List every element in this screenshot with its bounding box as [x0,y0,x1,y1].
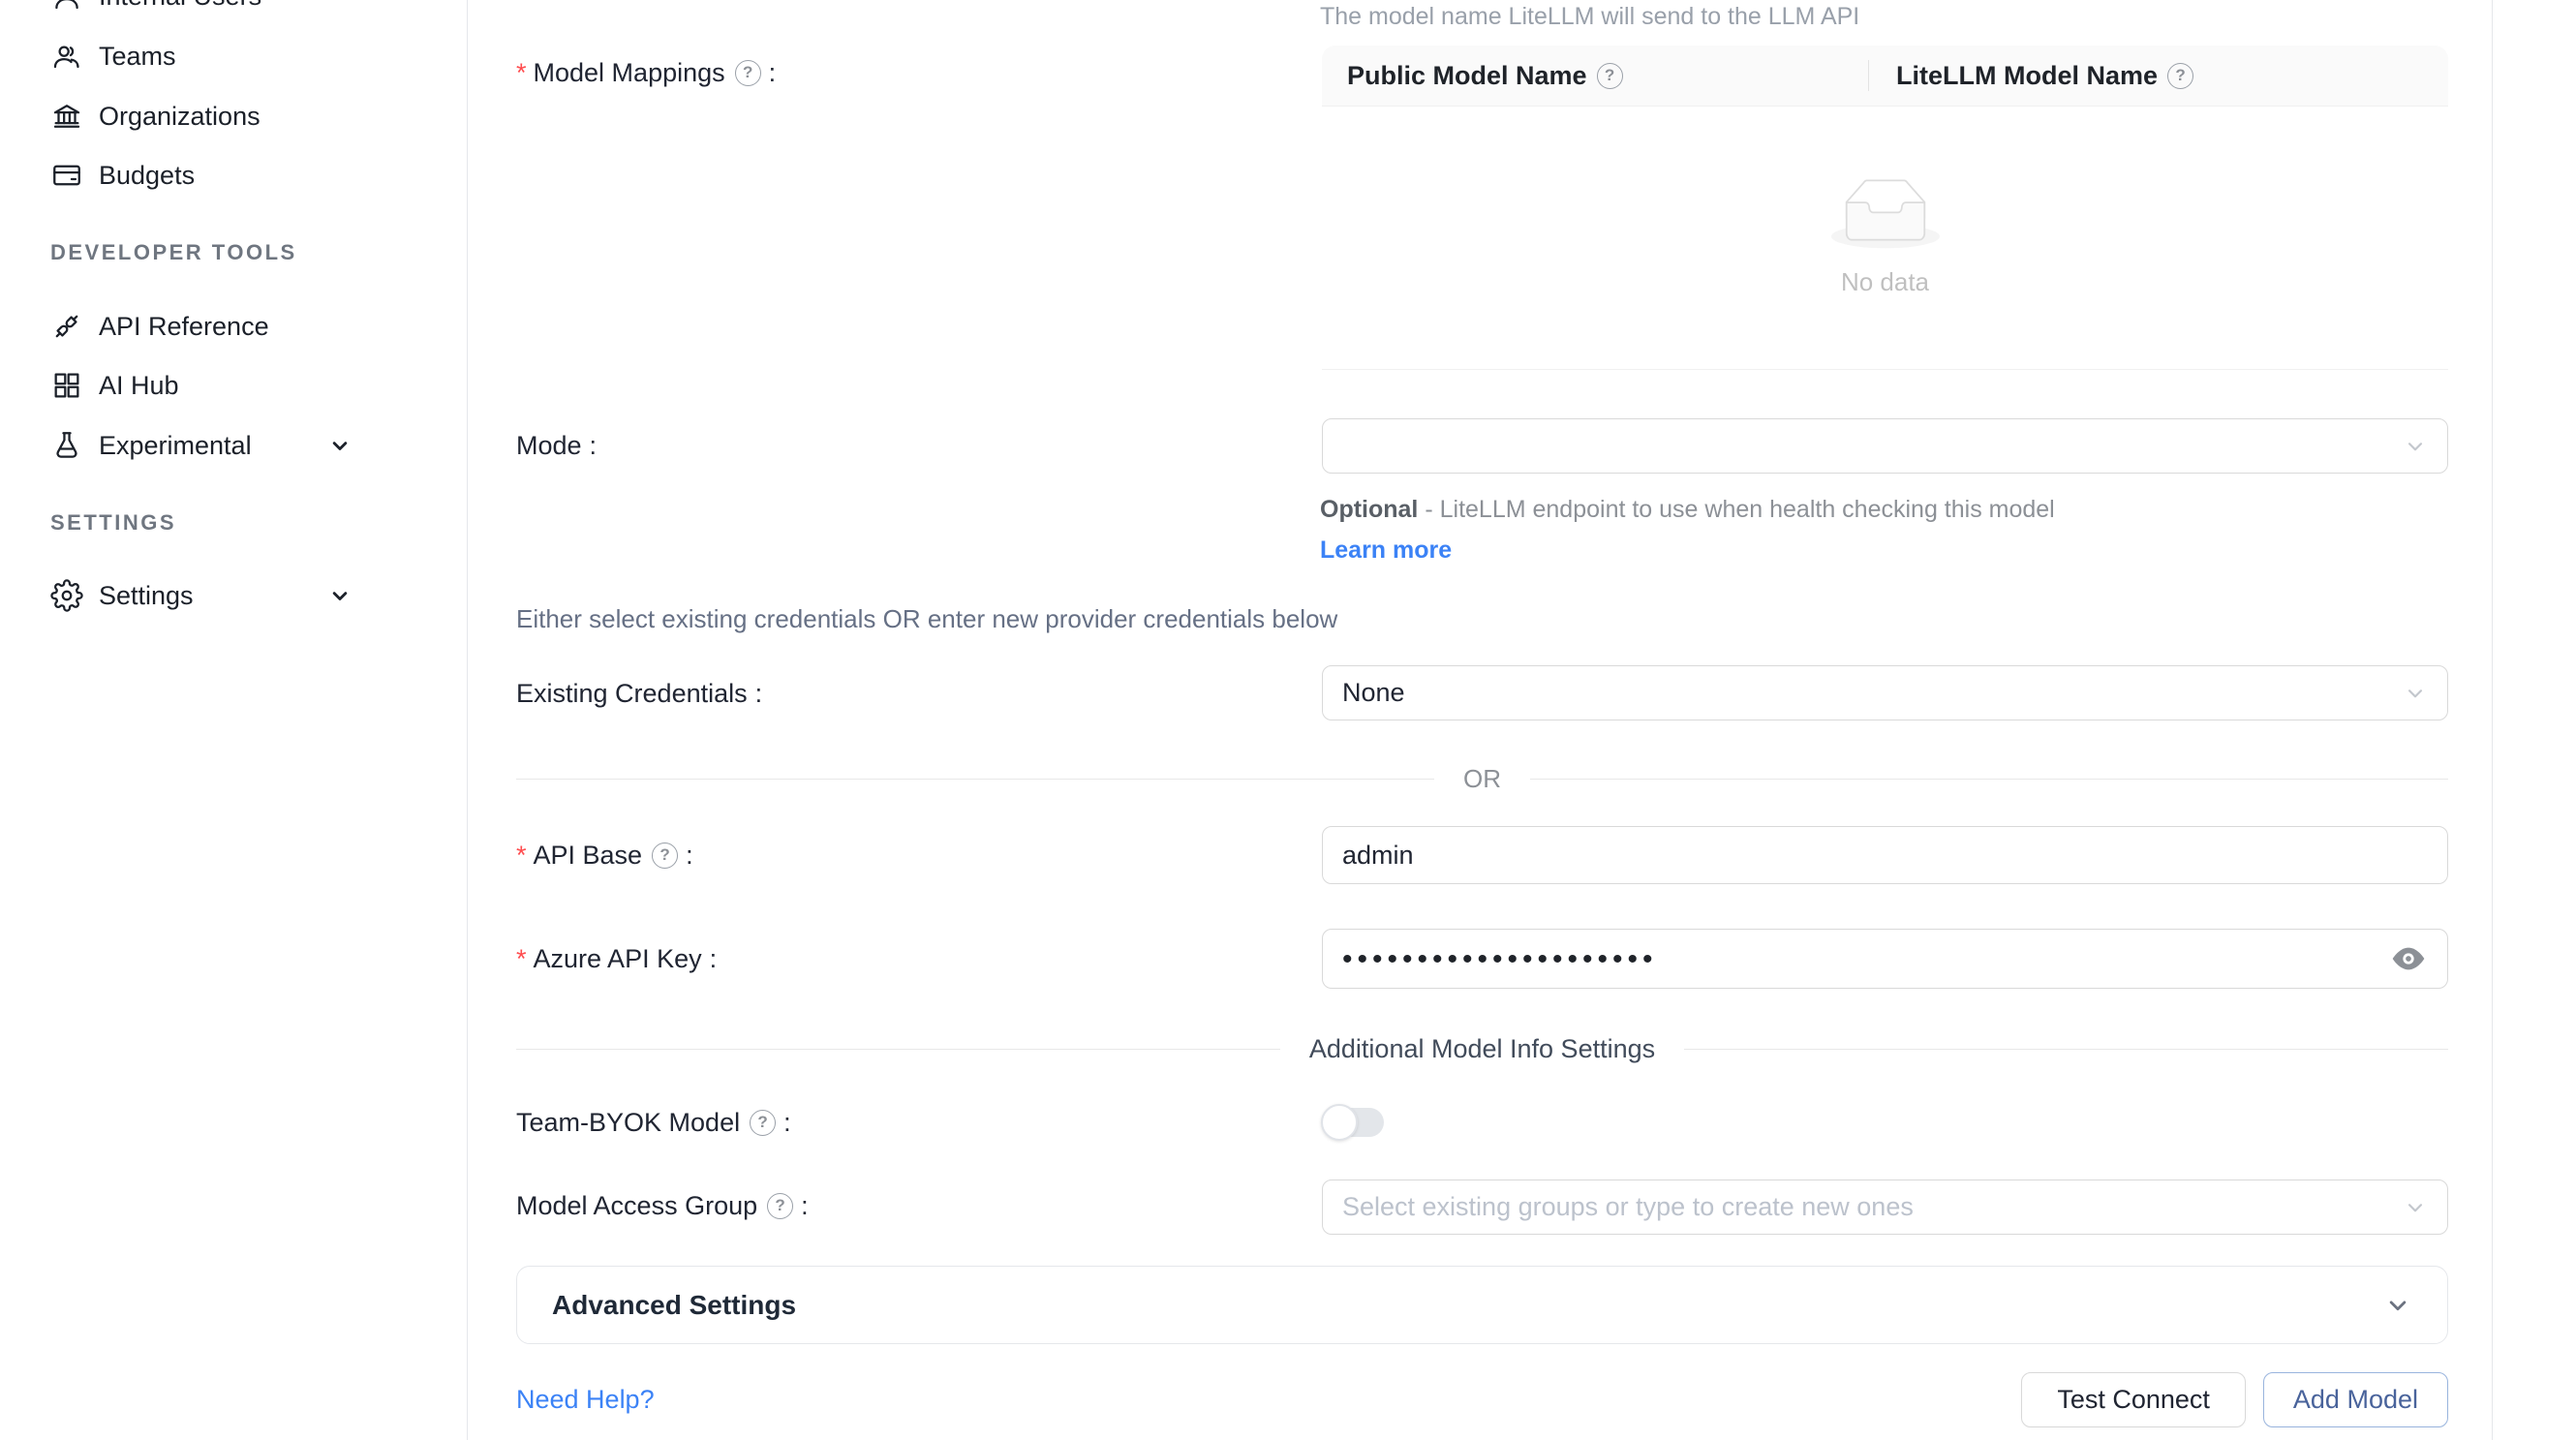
model-access-group-select[interactable]: Select existing groups or type to create… [1322,1180,2448,1235]
chevron-down-icon [326,582,353,609]
credentials-note: Either select existing credentials OR en… [516,604,1337,634]
sidebar-item-internal-users[interactable]: Internal Users [0,0,468,26]
model-mappings-label: Model Mappings [516,55,776,90]
add-model-form: The model name LiteLLM will send to the … [468,0,2493,1440]
mode-help-text: Optional - LiteLLM endpoint to use when … [1320,489,2124,570]
empty-box-icon [1831,178,1940,254]
sidebar-item-organizations[interactable]: Organizations [0,86,468,146]
sidebar-section-developer-tools: DEVELOPER TOOLS [50,240,297,265]
need-help-link[interactable]: Need Help? [516,1385,655,1415]
test-connect-button[interactable]: Test Connect [2021,1372,2246,1427]
model-access-group-label: Model Access Group [516,1188,809,1223]
mode-label: Mode [516,428,597,463]
model-access-group-placeholder: Select existing groups or type to create… [1342,1192,1914,1222]
azure-api-key-masked-value: ••••••••••••••••••••• [1342,932,1658,987]
sidebar-item-label: Settings [99,581,194,611]
model-mappings-table: Public Model Name LiteLLM Model Name No … [1322,46,2448,370]
advanced-settings-panel[interactable]: Advanced Settings [516,1266,2448,1344]
sidebar: Internal Users Teams Organizations Budge… [0,0,468,1440]
existing-credentials-value: None [1342,678,1405,708]
sidebar-section-settings: SETTINGS [50,510,176,536]
required-asterisk [516,838,534,873]
user-icon [48,0,85,15]
help-circle-icon[interactable] [2167,63,2193,89]
column-header-public-model-name: Public Model Name [1322,61,1868,91]
or-divider: OR [516,762,2448,795]
teams-icon [48,38,85,75]
mode-select[interactable] [1322,418,2448,474]
api-plug-icon [48,308,85,345]
team-byok-label: Team-BYOK Model [516,1105,791,1140]
sidebar-item-label: AI Hub [99,371,179,401]
sidebar-item-label: Experimental [99,431,252,461]
additional-settings-divider: Additional Model Info Settings [516,1032,2448,1065]
chevron-down-icon [2403,434,2428,459]
learn-more-link[interactable]: Learn more [1320,536,1452,564]
table-header-row: Public Model Name LiteLLM Model Name [1322,46,2448,107]
team-byok-toggle[interactable] [1324,1108,1384,1137]
help-circle-icon[interactable] [750,1110,776,1136]
chevron-down-icon [2403,681,2428,706]
help-circle-icon[interactable] [767,1193,793,1219]
bank-icon [48,98,85,135]
flask-icon [48,427,85,464]
sidebar-item-label: Organizations [99,102,261,132]
sidebar-item-budgets[interactable]: Budgets [0,145,468,205]
sidebar-item-teams[interactable]: Teams [0,26,468,86]
existing-credentials-select[interactable]: None [1322,665,2448,720]
no-data-text: No data [1841,267,1929,297]
sidebar-item-label: Internal Users [99,0,261,12]
api-base-input[interactable]: admin [1322,826,2448,884]
credit-card-icon [48,157,85,194]
api-base-value: admin [1342,841,1414,871]
add-model-page: Internal Users Teams Organizations Budge… [0,0,2576,1440]
sidebar-item-ai-hub[interactable]: AI Hub [0,355,468,415]
existing-credentials-label: Existing Credentials [516,676,762,711]
column-header-litellm-model-name: LiteLLM Model Name [1868,60,2193,91]
help-circle-icon[interactable] [652,843,678,869]
required-asterisk [516,55,534,90]
sidebar-item-label: API Reference [99,312,269,342]
required-asterisk [516,941,534,976]
chevron-down-icon [2403,1195,2428,1220]
advanced-settings-title: Advanced Settings [552,1290,796,1321]
help-circle-icon[interactable] [1597,63,1623,89]
sidebar-item-settings[interactable]: Settings [0,566,468,626]
eye-icon[interactable] [2389,939,2428,978]
chevron-down-icon [326,432,353,459]
gear-icon [48,577,85,614]
sidebar-item-label: Teams [99,42,176,72]
form-footer: Need Help? Test Connect Add Model [516,1372,2448,1427]
azure-api-key-input[interactable]: ••••••••••••••••••••• [1322,929,2448,989]
model-name-hint: The model name LiteLLM will send to the … [1320,0,1859,33]
azure-api-key-label: Azure API Key [516,941,717,976]
sidebar-item-api-reference[interactable]: API Reference [0,296,468,356]
sidebar-item-experimental[interactable]: Experimental [0,415,468,475]
api-base-label: API Base [516,838,693,873]
help-circle-icon[interactable] [735,60,761,86]
toggle-knob [1321,1104,1358,1141]
table-empty-state: No data [1322,107,2448,370]
chevron-down-icon [2383,1291,2412,1320]
grid-icon [48,367,85,404]
add-model-button[interactable]: Add Model [2263,1372,2448,1427]
sidebar-item-label: Budgets [99,161,195,191]
